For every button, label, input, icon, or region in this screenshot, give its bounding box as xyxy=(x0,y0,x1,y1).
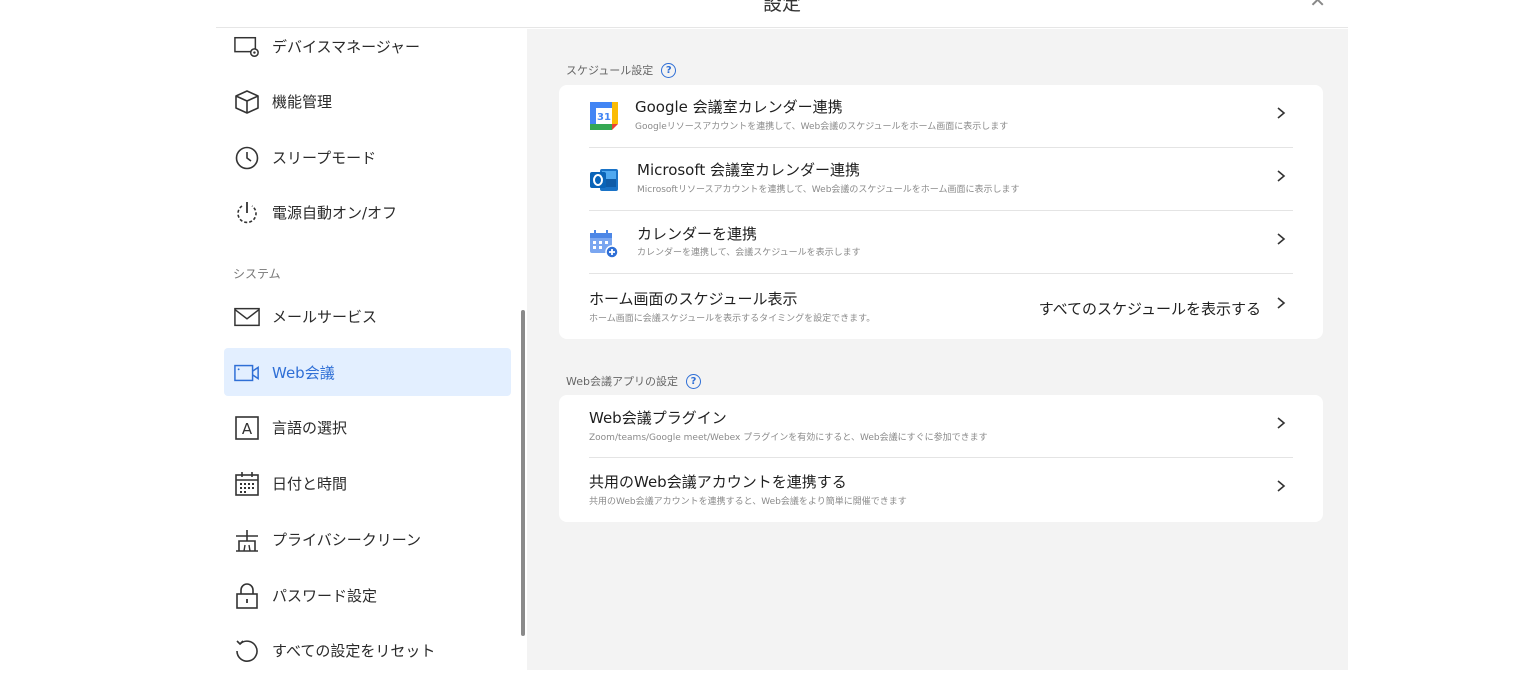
row-subtitle: カレンダーを連携して、会議スケジュールを表示します xyxy=(637,248,861,258)
sidebar-item-label: Web会議 xyxy=(272,363,335,382)
sidebar-item-label: 機能管理 xyxy=(272,92,333,111)
sidebar-item-privacy-clean[interactable]: プライバシークリーン xyxy=(224,515,511,563)
sidebar-item-device-manager[interactable]: デバイスマネージャー xyxy=(224,29,511,70)
sidebar-item-date-time[interactable]: 日付と時間 xyxy=(224,459,511,507)
row-subtitle: Microsoftリソースアカウントを連携して、Web会議のスケジュールをホーム… xyxy=(637,185,1020,195)
sidebar-item-web-conference[interactable]: Web会議 xyxy=(224,348,511,396)
privacy-icon xyxy=(234,527,260,553)
sidebar-item-label: 言語の選択 xyxy=(272,418,348,437)
dialog-title: 設定 xyxy=(762,0,801,15)
webconf-section-label: Web会議アプリの設定 xyxy=(566,375,678,388)
language-icon: A xyxy=(234,415,260,441)
sidebar-item-label: スリープモード xyxy=(272,148,377,167)
sidebar-item-label: デバイスマネージャー xyxy=(272,37,421,56)
help-icon[interactable]: ? xyxy=(661,62,677,78)
webconf-section-header: Web会議アプリの設定 ? xyxy=(566,373,701,389)
settings-dialog: 設定 ✕ デバイスマネージャー 機能管理 スリープモード 電源自動オン/オフ シ… xyxy=(216,0,1348,670)
help-icon[interactable]: ? xyxy=(685,373,701,389)
calendar-add-icon xyxy=(589,229,619,259)
section-label-system: システム xyxy=(233,267,281,281)
sidebar-item-reset-all[interactable]: すべての設定をリセット xyxy=(224,626,511,670)
home-schedule-display-row[interactable]: ホーム画面のスケジュール表示 ホーム画面に会議スケジュールを表示するタイミングを… xyxy=(559,275,1323,338)
row-title: Google 会議室カレンダー連携 xyxy=(635,98,843,116)
sidebar-item-label: すべての設定をリセット xyxy=(272,641,436,660)
sidebar-item-mail-service[interactable]: メールサービス xyxy=(224,292,511,340)
calendar-link-row[interactable]: カレンダーを連携 カレンダーを連携して、会議スケジュールを表示します xyxy=(559,211,1323,274)
sidebar-item-label: メールサービス xyxy=(272,307,378,326)
sidebar-scrollbar[interactable] xyxy=(521,310,525,636)
chevron-right-icon xyxy=(1277,107,1286,119)
schedule-card: 31 Google 会議室カレンダー連携 Googleリソースアカウントを連携し… xyxy=(559,85,1323,339)
webconf-card: Web会議プラグイン Zoom/teams/Google meet/Webex … xyxy=(559,395,1323,522)
chevron-right-icon xyxy=(1277,297,1286,309)
row-title: カレンダーを連携 xyxy=(637,225,758,243)
device-manager-icon xyxy=(234,34,260,60)
row-value: すべてのスケジュールを表示する xyxy=(1038,300,1261,318)
row-title: 共用のWeb会議アカウントを連携する xyxy=(589,473,847,491)
schedule-section-label: スケジュール設定 xyxy=(566,64,654,77)
sidebar-item-features[interactable]: 機能管理 xyxy=(224,77,511,125)
clock-icon xyxy=(234,145,260,171)
svg-text:31: 31 xyxy=(597,112,611,123)
cube-icon xyxy=(234,89,260,115)
google-calendar-row[interactable]: 31 Google 会議室カレンダー連携 Googleリソースアカウントを連携し… xyxy=(559,85,1323,148)
outlook-icon xyxy=(589,165,619,195)
chevron-right-icon xyxy=(1277,233,1286,245)
sidebar-item-power-schedule[interactable]: 電源自動オン/オフ xyxy=(224,188,511,236)
row-subtitle: ホーム画面に会議スケジュールを表示するタイミングを設定できます。 xyxy=(589,314,876,324)
microsoft-calendar-row[interactable]: Microsoft 会議室カレンダー連携 Microsoftリソースアカウントを… xyxy=(559,148,1323,211)
row-title: ホーム画面のスケジュール表示 xyxy=(589,290,798,308)
chevron-right-icon xyxy=(1277,480,1286,492)
chevron-right-icon xyxy=(1277,170,1286,182)
shared-account-row[interactable]: 共用のWeb会議アカウントを連携する 共用のWeb会議アカウントを連携すると、W… xyxy=(559,458,1323,521)
row-title: Microsoft 会議室カレンダー連携 xyxy=(637,161,861,179)
sidebar-item-language[interactable]: A 言語の選択 xyxy=(224,403,511,451)
web-conference-plugin-row[interactable]: Web会議プラグイン Zoom/teams/Google meet/Webex … xyxy=(559,395,1323,458)
row-subtitle: Zoom/teams/Google meet/Webex プラグインを有効にする… xyxy=(589,433,988,443)
power-icon xyxy=(234,200,260,226)
reset-icon xyxy=(234,638,260,664)
sidebar-item-label: プライバシークリーン xyxy=(272,530,421,549)
sidebar-item-label: パスワード設定 xyxy=(272,586,378,605)
sidebar-item-password[interactable]: パスワード設定 xyxy=(224,571,511,619)
main-panel: スケジュール設定 ? 31 Google 会議室カレンダー連携 Googleリソ… xyxy=(527,29,1348,670)
close-icon[interactable]: ✕ xyxy=(1309,0,1326,12)
title-bar: 設定 ✕ xyxy=(216,0,1348,28)
row-title: Web会議プラグイン xyxy=(589,409,727,427)
row-subtitle: 共用のWeb会議アカウントを連携すると、Web会議をより簡単に開催できます xyxy=(589,497,907,507)
schedule-section-header: スケジュール設定 ? xyxy=(566,62,677,78)
sidebar-item-label: 日付と時間 xyxy=(272,474,348,493)
sidebar-item-sleep-mode[interactable]: スリープモード xyxy=(224,133,511,181)
sidebar: デバイスマネージャー 機能管理 スリープモード 電源自動オン/オフ システム メ… xyxy=(216,29,527,670)
google-calendar-icon: 31 xyxy=(589,101,619,131)
calendar-icon xyxy=(234,471,260,497)
mail-icon xyxy=(234,304,260,330)
video-camera-icon xyxy=(234,360,260,386)
chevron-right-icon xyxy=(1277,417,1286,429)
svg-text:A: A xyxy=(242,420,253,438)
lock-icon xyxy=(234,583,260,609)
row-subtitle: Googleリソースアカウントを連携して、Web会議のスケジュールをホーム画面に… xyxy=(635,122,1009,132)
sidebar-item-label: 電源自動オン/オフ xyxy=(272,203,398,222)
